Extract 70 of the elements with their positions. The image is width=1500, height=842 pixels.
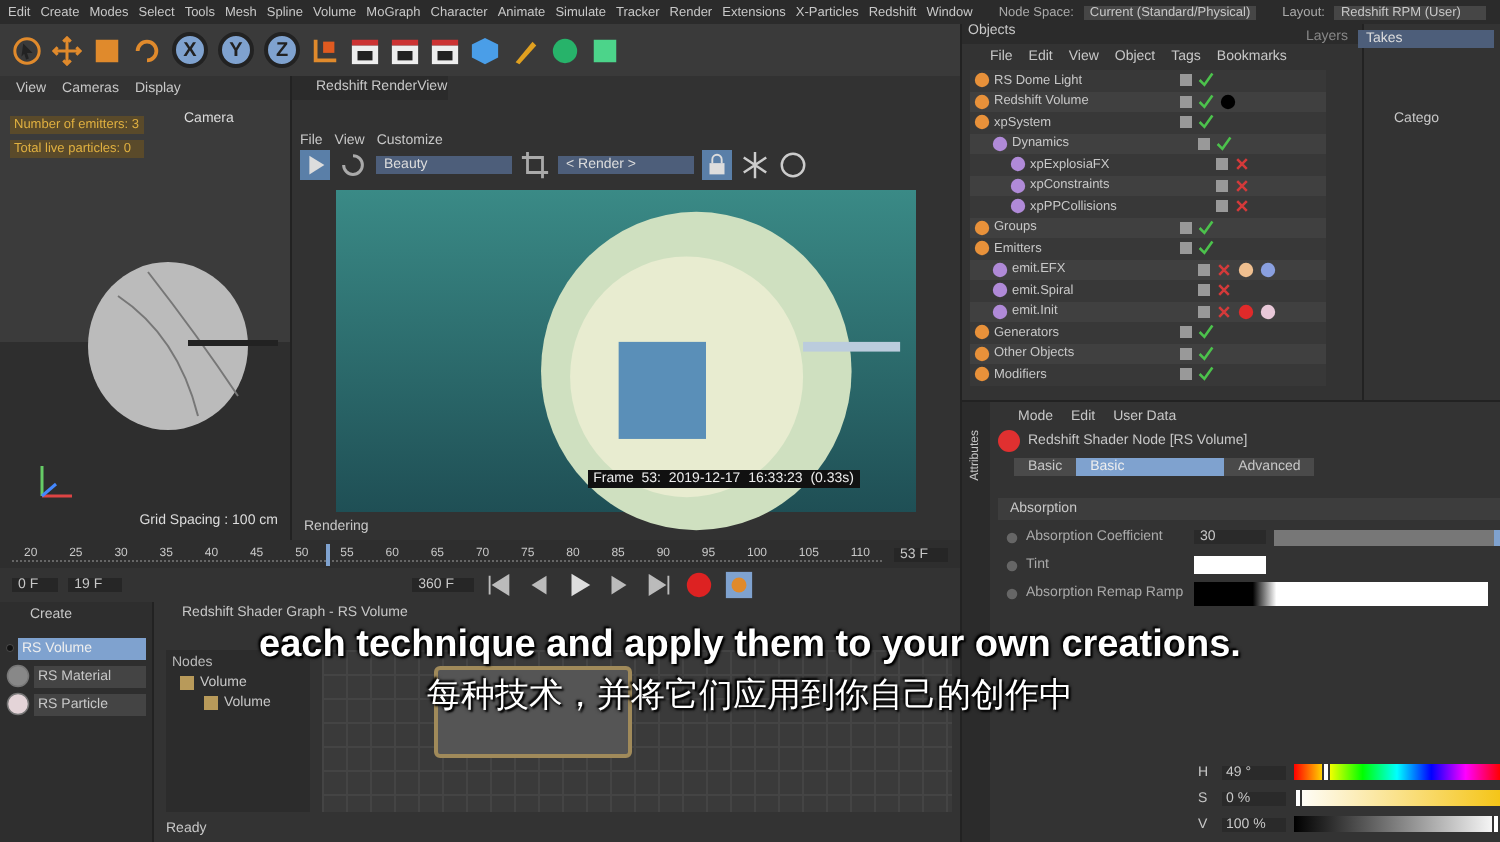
layer-checkbox-icon[interactable] <box>1216 200 1228 213</box>
material-ball-icon <box>6 664 30 688</box>
layer-checkbox-icon[interactable] <box>1198 305 1210 318</box>
slider-thumb[interactable] <box>1294 788 1302 808</box>
animation-dot-icon[interactable] <box>1006 531 1018 543</box>
subtitle-text: each technique and apply them to your own creations. <box>259 624 1241 668</box>
move-icon[interactable] <box>52 35 82 65</box>
slider-thumb[interactable] <box>1321 762 1330 782</box>
check-icon[interactable] <box>1198 345 1214 362</box>
color-gradient-slider[interactable] <box>1294 790 1500 806</box>
layer-checkbox-icon[interactable] <box>1180 347 1192 360</box>
animation-dot-icon[interactable] <box>1006 559 1018 571</box>
subtitle-text: 每种技术，并将它们应用到你自己的创作中 <box>427 674 1073 718</box>
cube-icon[interactable] <box>470 35 500 65</box>
tag-icon[interactable] <box>1260 261 1276 278</box>
material-ball-icon <box>6 692 30 716</box>
rotate-icon[interactable] <box>132 35 162 65</box>
gradient-ramp[interactable] <box>1194 581 1488 605</box>
color-swatch[interactable] <box>1194 556 1266 574</box>
skip-start-icon[interactable] <box>484 570 515 600</box>
cross-icon[interactable] <box>1234 198 1250 215</box>
axis-button[interactable]: Y <box>218 32 254 68</box>
layer-checkbox-icon[interactable] <box>1180 116 1192 129</box>
shader-node-icon <box>998 430 1020 452</box>
value-slider[interactable] <box>1274 529 1500 545</box>
skip-end-icon[interactable] <box>644 570 675 600</box>
snowflake-icon[interactable] <box>740 150 770 180</box>
check-icon[interactable] <box>1198 324 1214 341</box>
animation-dot-icon[interactable] <box>1006 587 1018 599</box>
layer-checkbox-icon[interactable] <box>1198 284 1210 297</box>
axis-button[interactable]: X <box>172 32 208 68</box>
check-icon[interactable] <box>1198 114 1214 131</box>
check-icon[interactable] <box>1216 135 1232 152</box>
coordinate-icon[interactable] <box>310 35 340 65</box>
cross-icon[interactable] <box>1216 303 1232 320</box>
check-icon[interactable] <box>1198 366 1214 383</box>
check-icon[interactable] <box>1198 93 1214 110</box>
check-icon[interactable] <box>1198 72 1214 89</box>
layer-checkbox-icon[interactable] <box>1198 137 1210 150</box>
axis-button[interactable]: Z <box>264 32 300 68</box>
cross-icon[interactable] <box>1234 177 1250 194</box>
color-gradient-slider[interactable] <box>1294 764 1500 780</box>
playhead[interactable] <box>325 543 330 565</box>
check-icon[interactable] <box>1198 219 1214 236</box>
scale-icon[interactable] <box>92 35 122 65</box>
tag-icon[interactable] <box>1260 303 1276 320</box>
pointer-icon[interactable] <box>12 35 42 65</box>
layer-checkbox-icon[interactable] <box>1180 242 1192 255</box>
layer-checkbox-icon[interactable] <box>1180 74 1192 87</box>
circle-icon[interactable] <box>778 150 808 180</box>
refresh-icon[interactable] <box>338 150 368 180</box>
layer-checkbox-icon[interactable] <box>1198 263 1210 276</box>
layer-checkbox-icon[interactable] <box>1216 158 1228 171</box>
color-gradient-slider[interactable] <box>1294 816 1500 832</box>
record-icon[interactable] <box>684 570 715 600</box>
check-icon[interactable] <box>1198 240 1214 257</box>
layer-checkbox-icon[interactable] <box>1180 221 1192 234</box>
layer-checkbox-icon[interactable] <box>1180 326 1192 339</box>
slider-thumb[interactable] <box>1492 814 1500 834</box>
layer-checkbox-icon[interactable] <box>1180 95 1192 108</box>
layer-checkbox-icon[interactable] <box>1180 368 1192 381</box>
box-icon[interactable] <box>590 35 620 65</box>
clapperboard-icon[interactable] <box>430 35 460 65</box>
clapperboard-icon[interactable] <box>350 35 380 65</box>
layer-checkbox-icon[interactable] <box>1216 179 1228 192</box>
cross-icon[interactable] <box>1234 156 1250 173</box>
crop-icon[interactable] <box>520 150 550 180</box>
tag-icon[interactable] <box>1238 261 1254 278</box>
axis-gizmo-icon <box>36 460 76 500</box>
clapperboard-icon[interactable] <box>390 35 420 65</box>
